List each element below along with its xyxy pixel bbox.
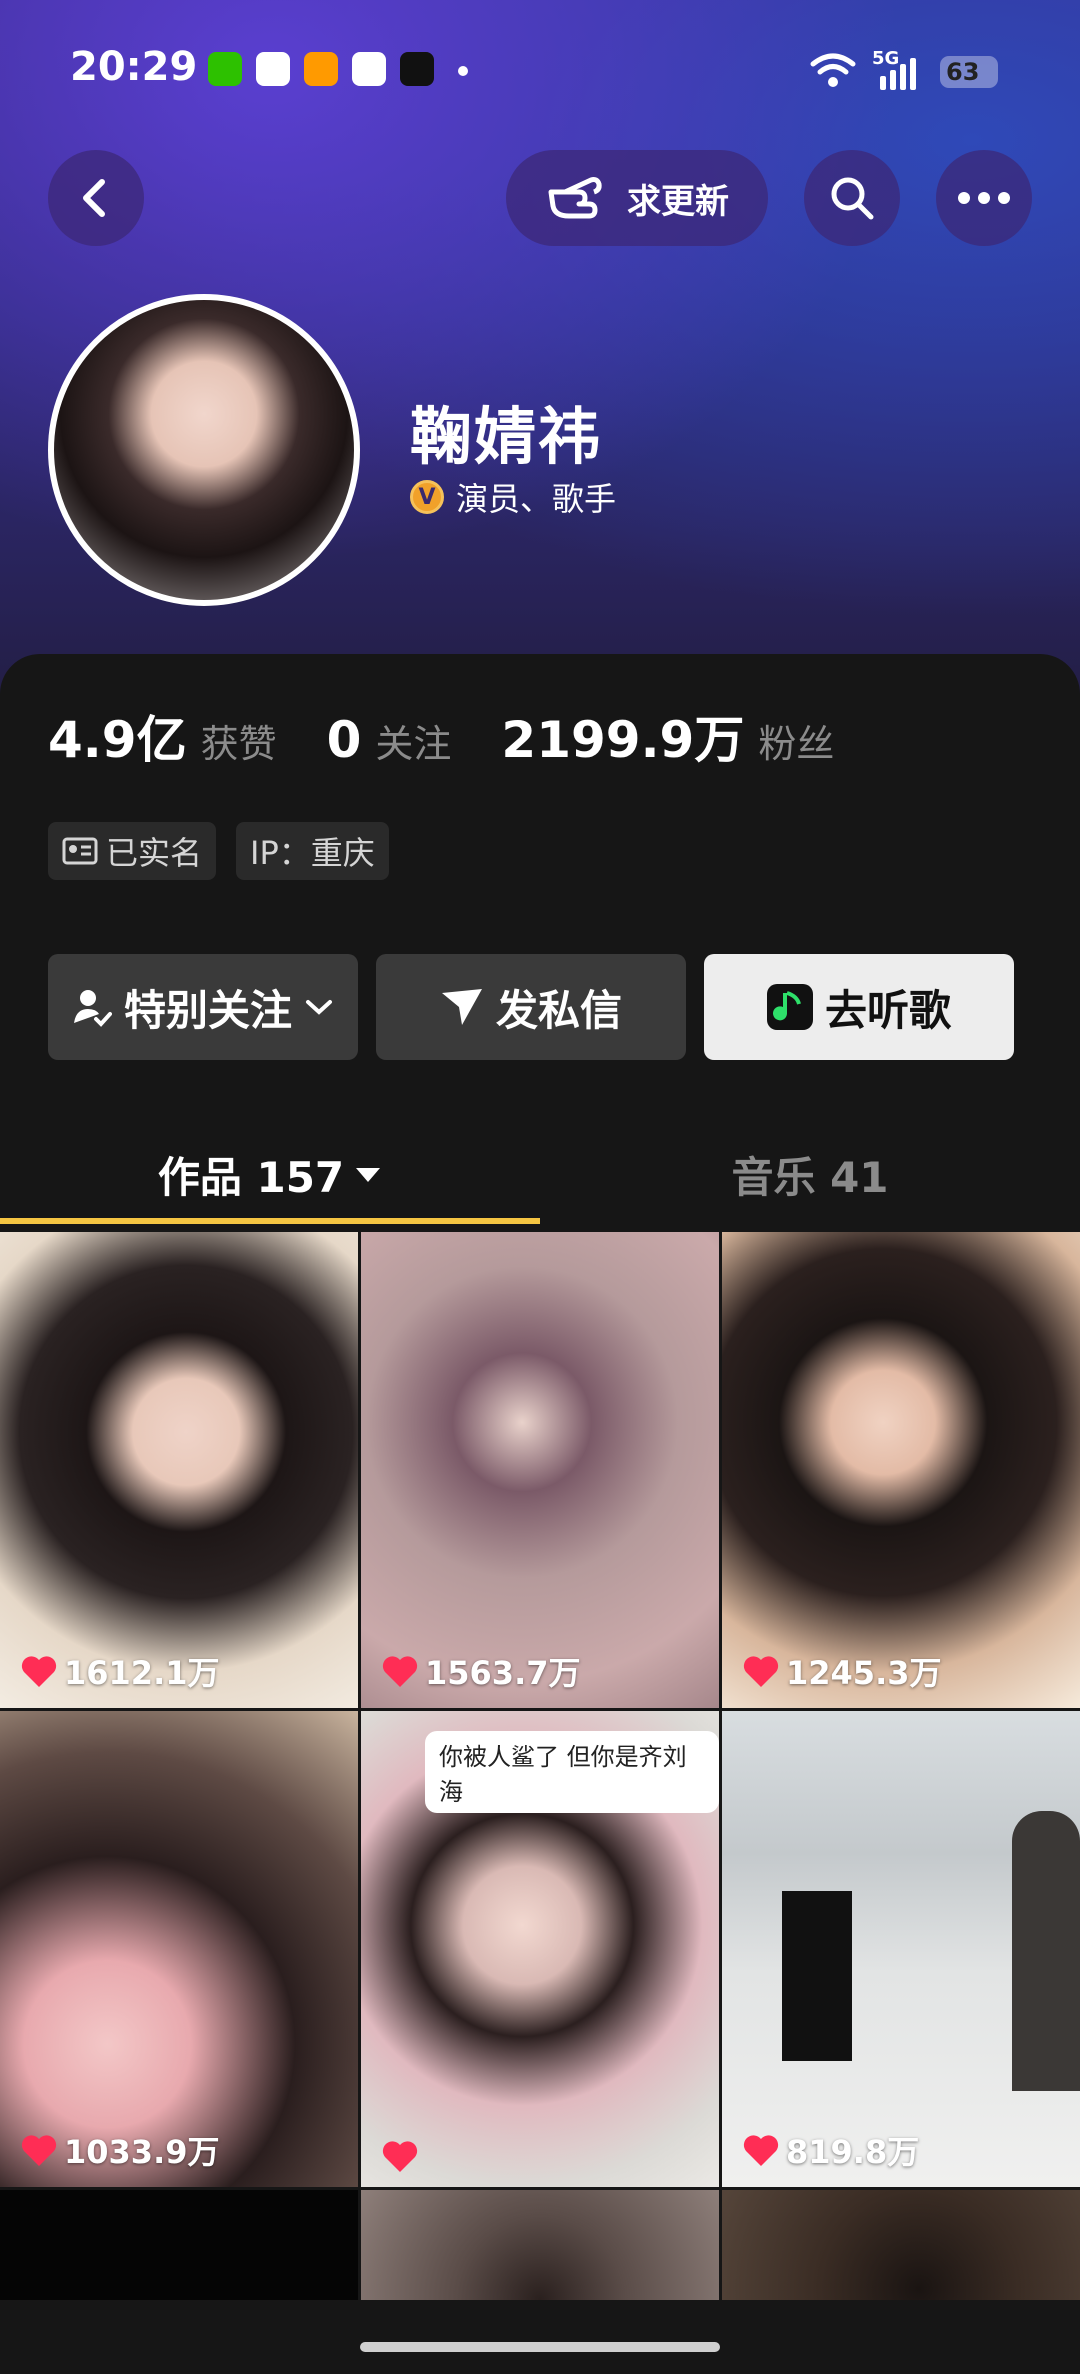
heart-icon bbox=[21, 1656, 57, 1687]
realname-label: 已实名 bbox=[106, 834, 203, 872]
battery-indicator: 63 bbox=[940, 56, 998, 88]
video-thumbnail-9[interactable] bbox=[722, 2190, 1080, 2300]
video-likes-count: 1563.7万 bbox=[425, 1654, 581, 1692]
video-thumbnail-4[interactable]: 1033.9万 bbox=[0, 1711, 358, 2187]
video-app-icon bbox=[304, 52, 338, 86]
video-thumbnail-8[interactable] bbox=[361, 2190, 719, 2300]
profile-role-row: V 演员、歌手 bbox=[410, 474, 616, 520]
pointing-hand-icon bbox=[548, 177, 602, 219]
caret-down-icon bbox=[356, 1168, 381, 1182]
video-likes: 1612.1万 bbox=[20, 1648, 220, 1694]
chevron-left-icon bbox=[83, 179, 105, 217]
video-thumbnail-7[interactable] bbox=[0, 2190, 358, 2300]
tab-music[interactable]: 音乐 41 bbox=[540, 1120, 1080, 1228]
video-caption: 你被人鲨了 但你是齐刘海 bbox=[425, 1731, 719, 1813]
person-silhouette bbox=[1012, 1811, 1080, 2091]
video-likes bbox=[381, 2139, 425, 2173]
chevron-down-icon bbox=[306, 1000, 332, 1015]
request-update-button[interactable]: 求更新 bbox=[506, 150, 768, 246]
video-likes: 1563.7万 bbox=[381, 1648, 581, 1694]
heart-icon bbox=[743, 1656, 779, 1687]
tab-works-label: 作品 157 bbox=[157, 1152, 345, 1202]
profile-name: 鞠婧祎 bbox=[410, 400, 603, 473]
user-check-icon bbox=[73, 990, 112, 1027]
profile-tags: 已实名 IP：重庆 bbox=[48, 822, 389, 880]
stats-row: 4.9亿 获赞 0 关注 2199.9万 粉丝 bbox=[48, 700, 884, 772]
back-button[interactable] bbox=[48, 150, 144, 246]
profile-role: 演员、歌手 bbox=[456, 480, 617, 518]
ip-location-label: IP：重庆 bbox=[250, 834, 375, 872]
heart-icon bbox=[382, 1656, 418, 1687]
video-likes: 1245.3万 bbox=[742, 1648, 942, 1694]
video-likes-count: 819.8万 bbox=[786, 2133, 920, 2171]
video-thumbnail-6[interactable]: 819.8万 bbox=[722, 1711, 1080, 2187]
status-time: 20:29 bbox=[70, 44, 198, 90]
video-likes-count: 1033.9万 bbox=[64, 2133, 220, 2171]
action-buttons: 特别关注 发私信 去听歌 bbox=[48, 954, 1014, 1060]
wechat-icon bbox=[208, 52, 242, 86]
studio-monitor-shape bbox=[782, 1891, 852, 2061]
search-icon bbox=[831, 177, 874, 220]
following-label[interactable]: 关注 bbox=[375, 713, 451, 768]
likes-count: 4.9亿 bbox=[48, 711, 187, 769]
video-thumbnail-2[interactable]: 1563.7万 bbox=[361, 1232, 719, 1708]
music-app-icon bbox=[766, 984, 813, 1030]
more-options-button[interactable] bbox=[936, 150, 1032, 246]
video-likes-count: 1245.3万 bbox=[786, 1654, 942, 1692]
home-indicator bbox=[360, 2342, 720, 2352]
followers-count[interactable]: 2199.9万 bbox=[501, 700, 744, 772]
realname-tag: 已实名 bbox=[48, 822, 217, 880]
listen-music-label: 去听歌 bbox=[824, 985, 951, 1035]
baidu-icon bbox=[352, 52, 386, 86]
tab-works[interactable]: 作品 157 bbox=[0, 1120, 540, 1228]
heart-icon bbox=[382, 2141, 418, 2172]
news-app-icon bbox=[400, 52, 434, 86]
video-likes: 819.8万 bbox=[742, 2127, 919, 2173]
tab-music-label: 音乐 41 bbox=[731, 1152, 889, 1202]
video-thumbnail-3[interactable]: 1245.3万 bbox=[722, 1232, 1080, 1708]
followers-label[interactable]: 粉丝 bbox=[758, 713, 834, 768]
verified-badge-icon: V bbox=[410, 480, 444, 514]
send-icon bbox=[441, 989, 482, 1025]
video-thumbnail-5[interactable]: 你被人鲨了 但你是齐刘海 bbox=[361, 1711, 719, 2187]
heart-icon bbox=[743, 2135, 779, 2166]
more-notifications-dot bbox=[458, 66, 468, 76]
send-message-label: 发私信 bbox=[495, 985, 622, 1035]
app-notification-icon bbox=[256, 52, 290, 86]
video-likes-count: 1612.1万 bbox=[64, 1654, 220, 1692]
following-count[interactable]: 0 bbox=[327, 711, 362, 769]
heart-icon bbox=[21, 2135, 57, 2166]
status-bar: 20:29 5G 63 bbox=[0, 0, 1080, 140]
video-thumbnail-1[interactable]: 1612.1万 bbox=[0, 1232, 358, 1708]
request-update-label: 求更新 bbox=[627, 181, 729, 222]
video-likes: 1033.9万 bbox=[20, 2127, 220, 2173]
id-card-icon bbox=[62, 837, 98, 865]
avatar[interactable] bbox=[48, 294, 360, 606]
likes-label: 获赞 bbox=[200, 722, 277, 766]
search-button[interactable] bbox=[804, 150, 900, 246]
listen-music-button[interactable]: 去听歌 bbox=[704, 954, 1014, 1060]
special-follow-button[interactable]: 特别关注 bbox=[48, 954, 358, 1060]
ip-location-tag: IP：重庆 bbox=[236, 822, 389, 880]
special-follow-label: 特别关注 bbox=[123, 985, 292, 1035]
signal-icon bbox=[880, 58, 916, 90]
send-message-button[interactable]: 发私信 bbox=[376, 954, 686, 1060]
profile-tabs: 作品 157 音乐 41 bbox=[0, 1120, 1080, 1228]
active-tab-indicator bbox=[0, 1218, 540, 1224]
more-dots-icon bbox=[958, 192, 1010, 204]
wifi-icon bbox=[810, 53, 856, 87]
